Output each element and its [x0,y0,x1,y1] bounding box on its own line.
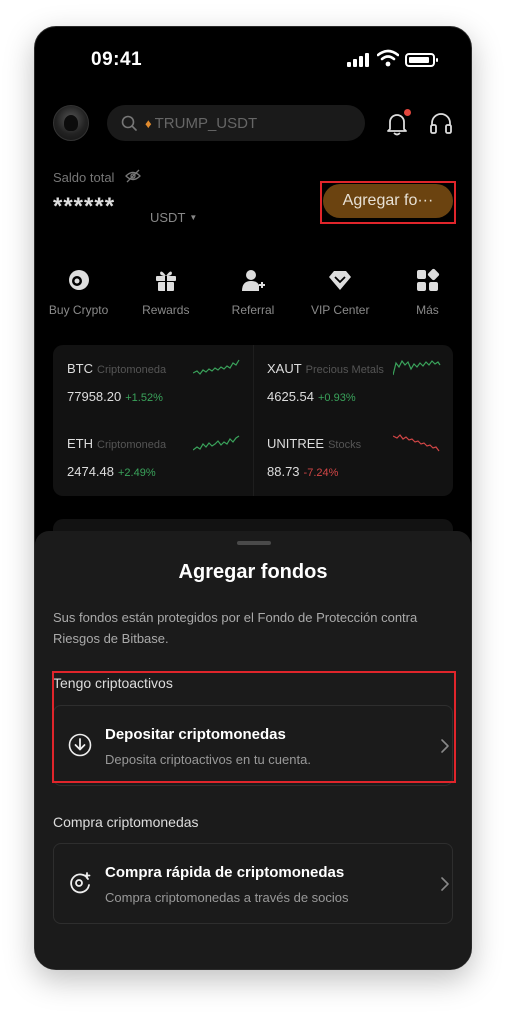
action-referral[interactable]: Referral [209,265,296,317]
phone-frame: 09:41 ♦ TRUMP_USDT Saldo total ****** US… [34,26,472,970]
more-grid-icon [417,268,440,291]
market-change: -7.24% [303,467,339,479]
action-label: Más [416,303,439,317]
deposit-crypto-option[interactable]: Depositar criptomonedas Deposita criptoa… [53,705,453,786]
market-category: Stocks [328,439,362,451]
sparkline-up [193,435,240,451]
quick-actions: Buy Crypto Rewards Referral VIP Center M… [35,265,471,317]
avatar[interactable] [53,105,89,141]
section-label-buy-crypto: Compra criptomonedas [53,814,199,830]
add-user-icon [242,270,265,291]
coin-plus-icon [70,872,91,894]
caret-down-icon: ▼ [189,213,198,222]
currency-selector[interactable]: USDT ▼ [150,210,197,225]
currency-label: USDT [150,210,186,225]
sparkline-up [193,359,240,375]
action-label: Rewards [142,303,190,317]
option-title: Compra rápida de criptomonedas [105,864,345,881]
headset-icon[interactable] [429,111,453,135]
market-symbol: ETH [67,436,93,451]
sparkline-up [393,359,441,376]
search-placeholder: TRUMP_USDT [154,114,258,132]
status-bar: 09:41 [35,27,471,87]
market-change: +0.93% [318,392,356,404]
market-overview: BTC Criptomoneda 77958.20 +1.52% XAUT Preci… [53,345,453,496]
chevron-right-icon [441,739,449,753]
sheet-description: Sus fondos están protegidos por el Fondo… [53,610,418,646]
search-icon [121,115,137,131]
option-title: Depositar criptomonedas [105,726,286,743]
sheet-title: Agregar fondos [178,561,328,583]
search-bar[interactable]: ♦ TRUMP_USDT [107,105,365,141]
market-symbol: BTC [67,361,93,376]
add-funds-sheet: Agregar fondos Sus fondos están protegid… [35,531,471,969]
diamond-icon [329,271,352,290]
action-more[interactable]: Más [384,265,471,317]
status-time: 09:41 [91,49,143,70]
action-rewards[interactable]: Rewards [122,265,209,317]
market-price: 2474.48 [67,464,114,479]
download-icon [68,733,92,757]
sparkline-down [393,434,440,452]
section-label-have-crypto: Tengo criptoactivos [53,675,173,691]
market-category: Criptomoneda [97,439,167,451]
cellular-signal-icon [347,53,369,67]
notification-badge [404,109,411,116]
market-item-unitree[interactable]: UNITREE Stocks 88.73 -7.24% [253,420,453,495]
coin-icon [68,270,89,290]
battery-icon [405,53,438,67]
market-item-btc[interactable]: BTC Criptomoneda 77958.20 +1.52% [53,345,253,420]
sheet-grabber[interactable] [237,541,271,545]
wifi-icon [377,49,399,67]
eye-hidden-icon[interactable] [125,169,141,183]
flame-icon: ♦ [145,115,152,131]
market-price: 88.73 [267,464,300,479]
add-funds-button[interactable]: Agregar fo··· [323,184,453,218]
market-change: +1.52% [125,392,163,404]
balance-masked-value: ****** [53,193,116,220]
action-vip-center[interactable]: VIP Center [297,265,384,317]
market-symbol: XAUT [267,361,302,376]
market-symbol: UNITREE [267,436,325,451]
action-label: Buy Crypto [48,303,109,317]
gift-icon [155,271,176,291]
action-buy-crypto[interactable]: Buy Crypto [35,265,122,317]
market-price: 77958.20 [67,389,122,404]
market-item-xaut[interactable]: XAUT Precious Metals 4625.54 +0.93% [253,345,453,420]
option-subtitle: Compra criptomonedas a través de socios [105,890,349,905]
market-category: Precious Metals [305,364,384,376]
balance-label: Saldo total [53,170,115,185]
market-item-eth[interactable]: ETH Criptomoneda 2474.48 +2.49% [53,420,253,495]
market-change: +2.49% [118,467,156,479]
quick-buy-option[interactable]: Compra rápida de criptomonedas Compra cr… [53,843,453,924]
option-subtitle: Deposita criptoactivos en tu cuenta. [105,752,311,767]
action-label: VIP Center [310,303,370,317]
chevron-right-icon [441,877,449,891]
action-label: Referral [231,303,275,317]
market-price: 4625.54 [267,389,314,404]
market-category: Criptomoneda [97,364,167,376]
